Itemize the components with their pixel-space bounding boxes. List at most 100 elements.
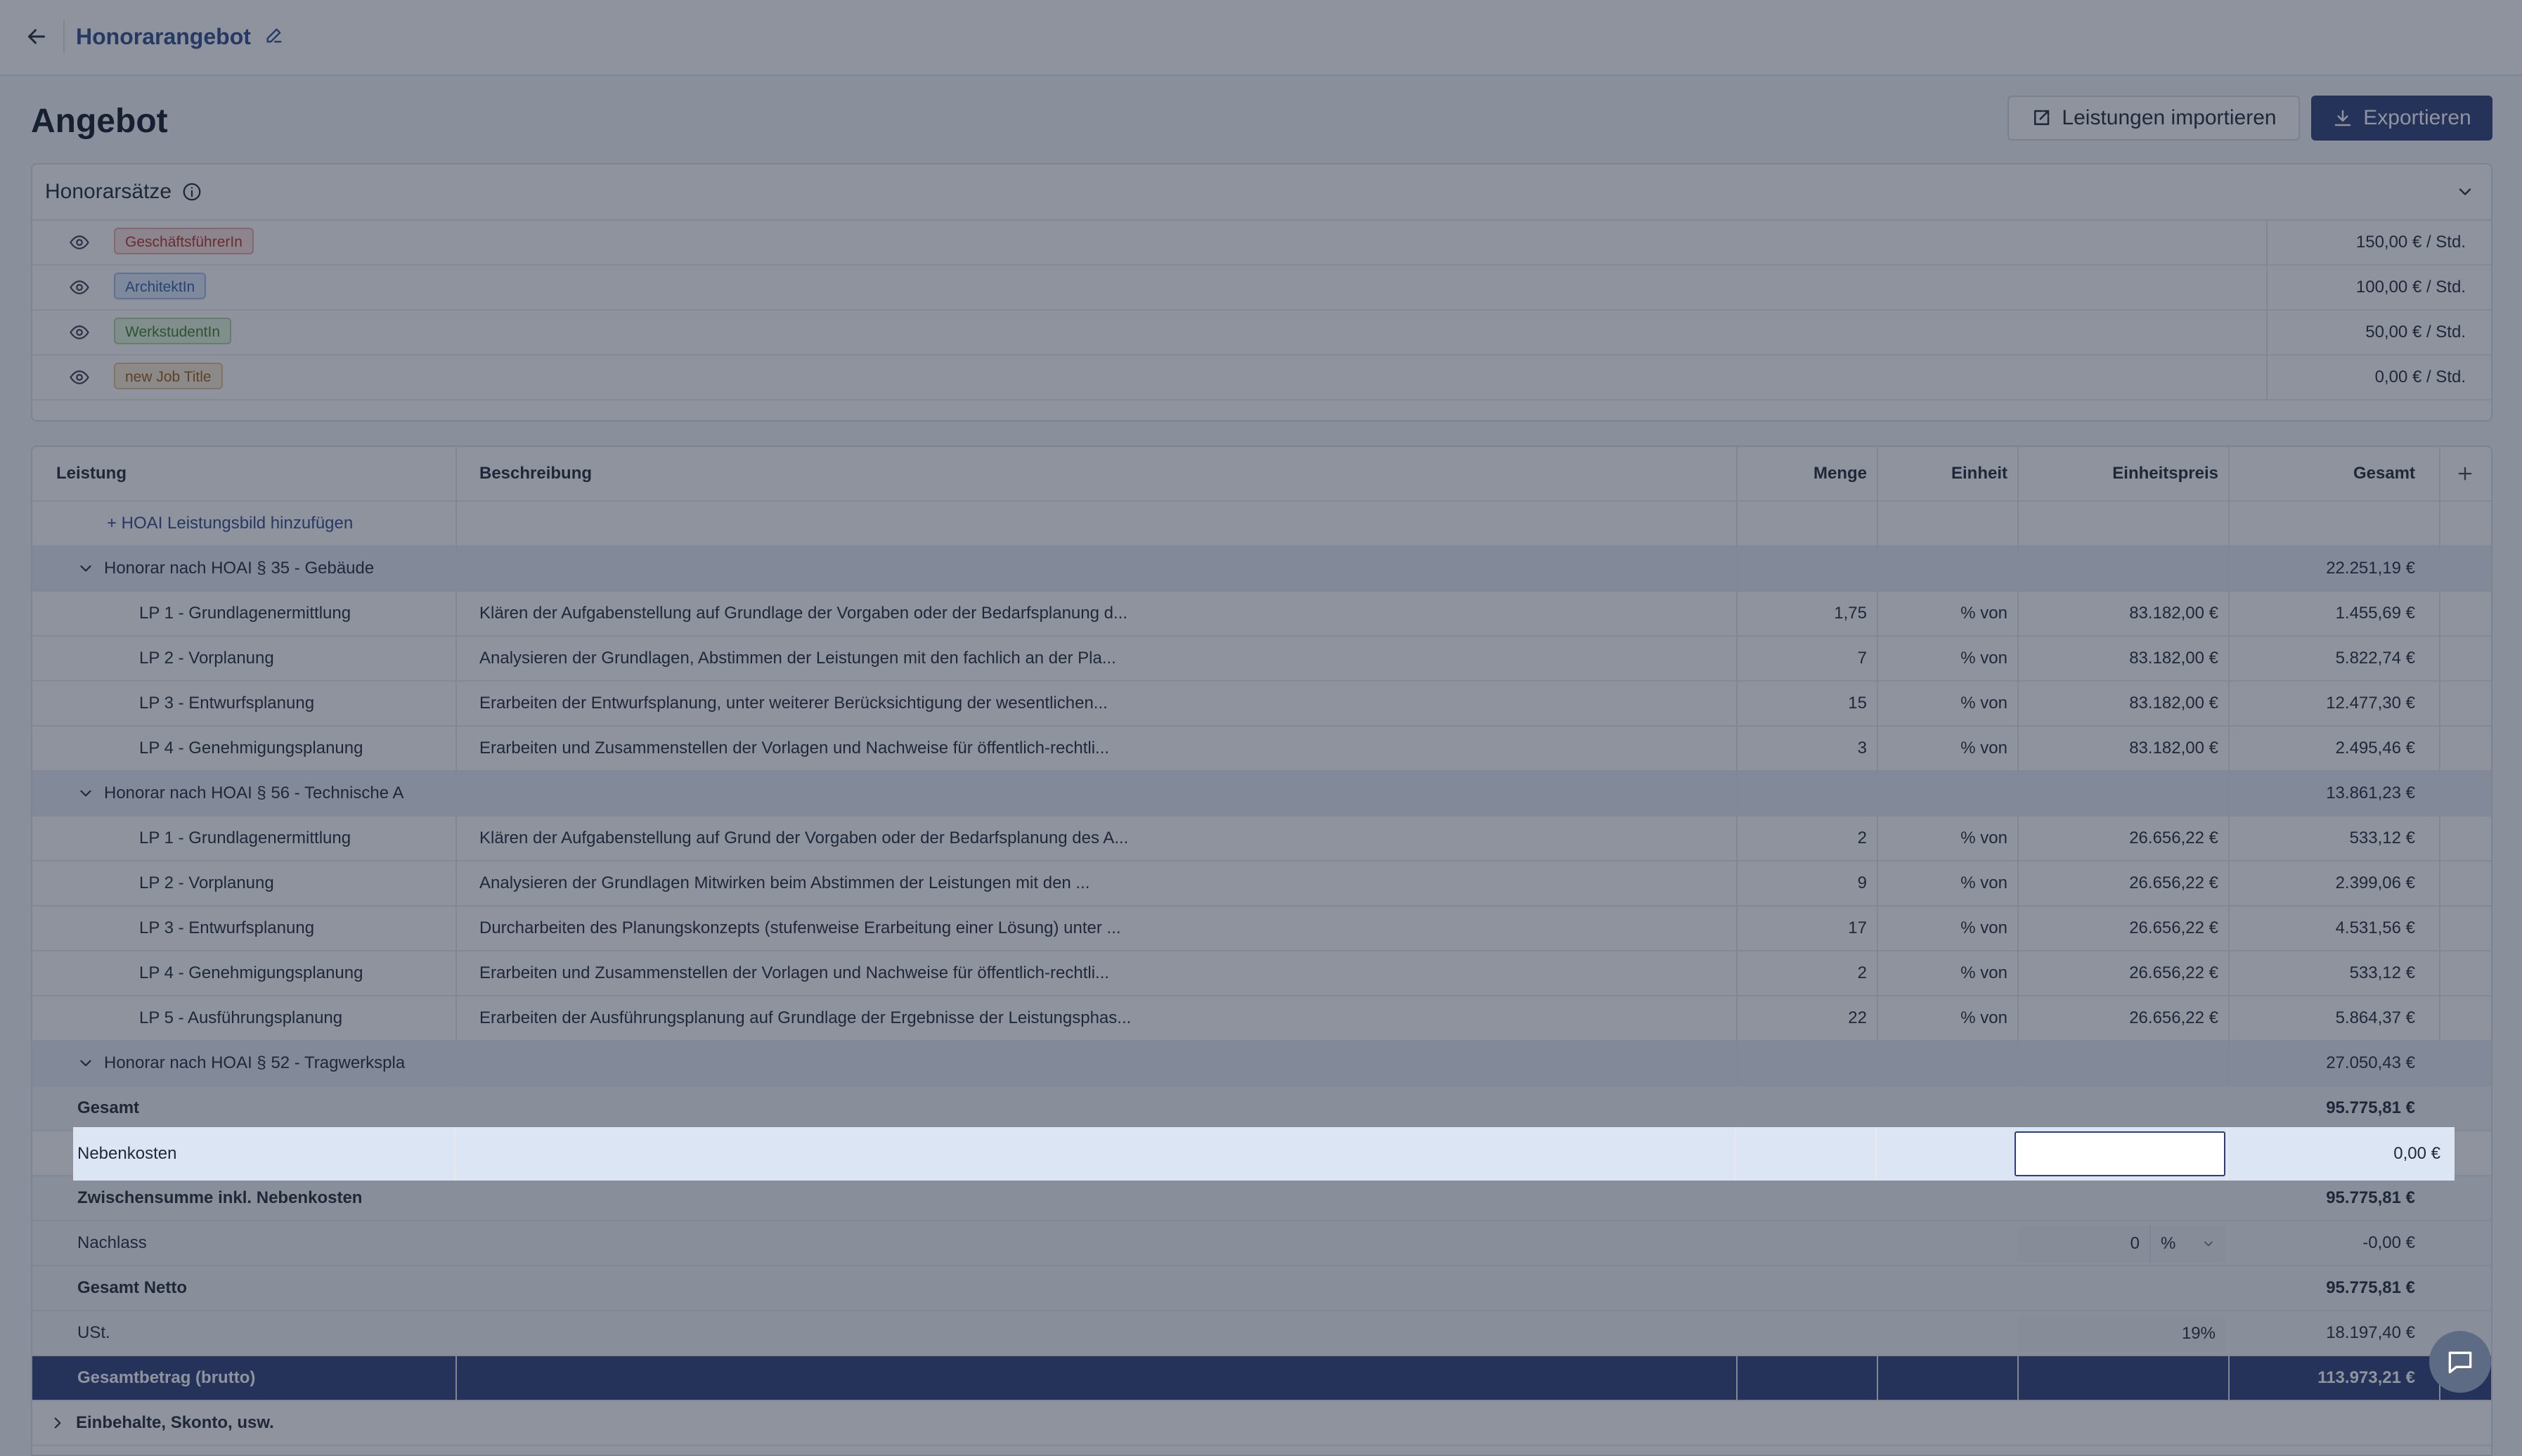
- leistung-desc[interactable]: Analysieren der Grundlagen, Abstimmen de…: [455, 637, 1736, 680]
- add-column-plus-icon[interactable]: [2439, 447, 2491, 500]
- einheit-value[interactable]: % von: [1877, 951, 2017, 995]
- einheit-value[interactable]: % von: [1877, 862, 2017, 905]
- leistung-name[interactable]: LP 3 - Entwurfsplanung: [32, 682, 455, 725]
- eye-icon[interactable]: [67, 230, 91, 254]
- einheit-value[interactable]: % von: [1877, 592, 2017, 635]
- leistung-name[interactable]: LP 1 - Grundlagenermittlung: [32, 592, 455, 635]
- einheitspreis-value[interactable]: 26.656,22 €: [2017, 862, 2228, 905]
- einheitspreis-value[interactable]: 83.182,00 €: [2017, 592, 2228, 635]
- leistung-desc[interactable]: Erarbeiten und Zusammenstellen der Vorla…: [455, 727, 1736, 770]
- chevron-down-icon[interactable]: [75, 782, 97, 805]
- ust-label-text: USt.: [77, 1323, 110, 1342]
- zwischensumme-row: Zwischensumme inkl. Nebenkosten 95.775,81…: [32, 1176, 2491, 1221]
- column-divider: [2017, 772, 2019, 815]
- document-title[interactable]: Honorarangebot: [76, 21, 251, 52]
- rate-value[interactable]: 100,00 € / Std.: [2356, 277, 2466, 298]
- menge-value[interactable]: 7: [1736, 637, 1877, 680]
- group-title[interactable]: Honorar nach HOAI § 56 - Technische A: [32, 772, 455, 815]
- leistung-name[interactable]: LP 4 - Genehmigungsplanung: [32, 727, 455, 770]
- leistung-name[interactable]: LP 5 - Ausführungsplanung: [32, 996, 455, 1040]
- nebenkosten-input[interactable]: [2015, 1131, 2225, 1176]
- menge-value[interactable]: 17: [1736, 906, 1877, 950]
- eye-icon[interactable]: [67, 365, 91, 389]
- leistung-desc[interactable]: Analysieren der Grundlagen Mitwirken bei…: [455, 862, 1736, 905]
- leistung-name[interactable]: LP 3 - Entwurfsplanung: [32, 906, 455, 950]
- menge-value[interactable]: 2: [1736, 951, 1877, 995]
- rate-value[interactable]: 150,00 € / Std.: [2356, 232, 2466, 253]
- einheitspreis-value-text: 83.182,00 €: [2129, 649, 2218, 668]
- table-row: LP 2 - Vorplanung Analysieren der Grundla…: [32, 637, 2491, 682]
- eye-icon[interactable]: [67, 275, 91, 299]
- einheit-value[interactable]: % von: [1877, 637, 2017, 680]
- einheit-value[interactable]: % von: [1877, 817, 2017, 860]
- rates-panel: Honorarsätze GeschäftsführerIn 150,00 € …: [31, 163, 2492, 422]
- menge-value-text: 1,75: [1834, 604, 1867, 623]
- eye-icon[interactable]: [67, 320, 91, 344]
- export-button[interactable]: Exportieren: [2311, 96, 2492, 141]
- chat-button[interactable]: [2429, 1331, 2491, 1393]
- einheitspreis-value[interactable]: 26.656,22 €: [2017, 906, 2228, 950]
- chevron-down-icon[interactable]: [2452, 178, 2478, 205]
- einheit-value[interactable]: % von: [1877, 996, 2017, 1040]
- einheit-value[interactable]: % von: [1877, 682, 2017, 725]
- einheitspreis-value[interactable]: 83.182,00 €: [2017, 637, 2228, 680]
- group-title[interactable]: Honorar nach HOAI § 52 - Tragwerkspla: [32, 1041, 455, 1085]
- gesamt-value: 533,12 €: [2228, 817, 2439, 860]
- einheitspreis-value[interactable]: 83.182,00 €: [2017, 682, 2228, 725]
- header-einheitspreis: Einheitspreis: [2017, 447, 2228, 500]
- leistung-desc[interactable]: Erarbeiten der Entwurfsplanung, unter we…: [455, 682, 1736, 725]
- menge-value-text: 7: [1857, 649, 1867, 668]
- leistung-name[interactable]: LP 1 - Grundlagenermittlung: [32, 817, 455, 860]
- ust-input[interactable]: 19%: [2017, 1315, 2225, 1352]
- einheitspreis-value[interactable]: 26.656,22 €: [2017, 817, 2228, 860]
- nachlass-row: Nachlass 0% -0,00 €: [32, 1221, 2491, 1266]
- nachlass-unit-select[interactable]: %: [2149, 1226, 2225, 1262]
- group-row: Honorar nach HOAI § 56 - Technische A 13.…: [32, 772, 2491, 817]
- menge-value[interactable]: 1,75: [1736, 592, 1877, 635]
- leistung-desc[interactable]: Erarbeiten der Ausführungsplanung auf Gr…: [455, 996, 1736, 1040]
- back-arrow-icon[interactable]: [18, 18, 55, 55]
- zwischensumme-label-text: Zwischensumme inkl. Nebenkosten: [77, 1188, 363, 1207]
- leistung-desc[interactable]: Klären der Aufgabenstellung auf Grundlag…: [455, 592, 1736, 635]
- rate-value[interactable]: 50,00 € / Std.: [2365, 322, 2466, 343]
- import-label: Leistungen importieren: [2062, 106, 2277, 129]
- gesamt-value: 5.822,74 €: [2228, 637, 2439, 680]
- menge-value[interactable]: 9: [1736, 862, 1877, 905]
- leistung-desc[interactable]: Klären der Aufgabenstellung auf Grund de…: [455, 817, 1736, 860]
- einheit-value[interactable]: % von: [1877, 906, 2017, 950]
- add-leistungsbild-link[interactable]: + HOAI Leistungsbild hinzufügen: [32, 502, 455, 545]
- chevron-down-icon[interactable]: [75, 557, 97, 580]
- rates-header[interactable]: Honorarsätze: [32, 164, 2491, 221]
- group-title[interactable]: Honorar nach HOAI § 35 - Gebäude: [32, 547, 455, 590]
- menge-value[interactable]: 3: [1736, 727, 1877, 770]
- leistung-desc[interactable]: Erarbeiten und Zusammenstellen der Vorla…: [455, 951, 1736, 995]
- pencil-icon[interactable]: [261, 22, 287, 48]
- menge-value[interactable]: 22: [1736, 996, 1877, 1040]
- einheit-value[interactable]: % von: [1877, 727, 2017, 770]
- leistung-name[interactable]: LP 2 - Vorplanung: [32, 637, 455, 680]
- column-divider: [1736, 502, 1738, 545]
- rate-value[interactable]: 0,00 € / Std.: [2375, 367, 2466, 388]
- leistung-desc[interactable]: Durcharbeiten des Planungskonzepts (stuf…: [455, 906, 1736, 950]
- chevron-down-icon[interactable]: [75, 1052, 97, 1074]
- brutto-label: Gesamtbetrag (brutto): [32, 1356, 455, 1400]
- leistung-name[interactable]: LP 4 - Genehmigungsplanung: [32, 951, 455, 995]
- column-divider: [2017, 502, 2019, 545]
- brutto-label-text: Gesamtbetrag (brutto): [77, 1368, 256, 1387]
- column-divider: [1877, 1356, 1878, 1400]
- menge-value[interactable]: 15: [1736, 682, 1877, 725]
- einheitspreis-value[interactable]: 26.656,22 €: [2017, 996, 2228, 1040]
- import-services-button[interactable]: Leistungen importieren: [2007, 96, 2300, 141]
- info-icon[interactable]: [180, 180, 204, 204]
- chevron-right-icon[interactable]: [46, 1412, 69, 1434]
- leistung-name-text: LP 5 - Ausführungsplanung: [139, 1008, 343, 1027]
- column-divider: [2439, 637, 2440, 680]
- einheitspreis-value[interactable]: 26.656,22 €: [2017, 951, 2228, 995]
- einheitspreis-value[interactable]: 83.182,00 €: [2017, 727, 2228, 770]
- leistung-name[interactable]: LP 2 - Vorplanung: [32, 862, 455, 905]
- nachlass-input[interactable]: 0: [2017, 1226, 2149, 1262]
- menge-value[interactable]: 2: [1736, 817, 1877, 860]
- leistung-name-text: LP 1 - Grundlagenermittlung: [139, 828, 351, 847]
- einbehalte-label[interactable]: Einbehalte, Skonto, usw.: [32, 1401, 665, 1445]
- column-divider: [455, 1356, 457, 1400]
